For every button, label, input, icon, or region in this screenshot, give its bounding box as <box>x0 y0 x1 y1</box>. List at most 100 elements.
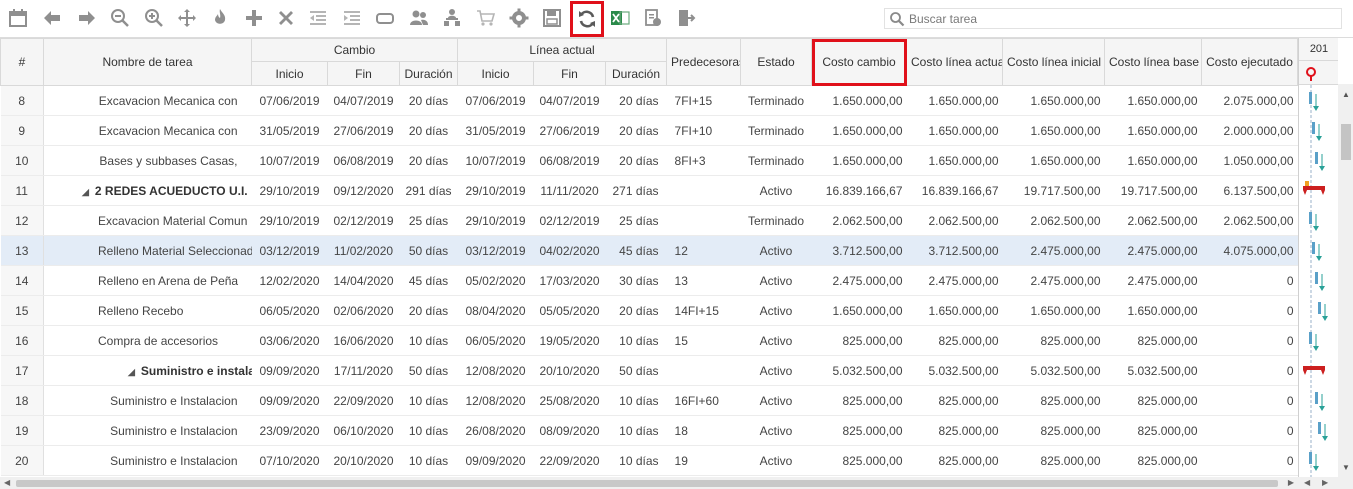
col-header-costo-linea-inicial[interactable]: Costo línea inicial <box>1002 38 1106 86</box>
cell-li: 29/10/2019 <box>457 205 534 236</box>
save-icon[interactable] <box>540 6 564 30</box>
table-row[interactable]: 11 ◢ 2 REDES ACUEDUCTO U.I. 29/10/2019 09/12… <box>0 175 1298 206</box>
cart-icon[interactable] <box>474 6 498 30</box>
cell-ld: 30 días <box>605 265 667 296</box>
gear-icon[interactable] <box>507 6 531 30</box>
calendar-icon[interactable] <box>6 6 30 30</box>
gantt-horizontal-scrollbar[interactable]: ◀ ▶ <box>1298 477 1353 489</box>
gantt-task-bar <box>1309 212 1312 224</box>
scroll-down-icon[interactable]: ▼ <box>1341 463 1351 473</box>
task-name: Suministro e Instalacion <box>110 453 238 468</box>
cell-li: 31/05/2019 <box>457 115 534 146</box>
table-row[interactable]: 14 Relleno en Arena de Peña 12/02/2020 14/0… <box>0 265 1298 296</box>
col-header-costo-ejecutado[interactable]: Costo ejecutado <box>1201 38 1298 86</box>
refresh-icon[interactable] <box>570 1 604 37</box>
gantt-link-arrow <box>1313 226 1319 231</box>
indent-icon[interactable] <box>340 6 364 30</box>
gantt-link-arrow <box>1322 436 1328 441</box>
col-header-estado[interactable]: Estado <box>740 38 813 86</box>
table-row[interactable]: 15 Relleno Recebo 06/05/2020 02/06/2020 20 d… <box>0 295 1298 326</box>
cell-li: 07/06/2019 <box>457 85 534 116</box>
col-header-cambio-fin[interactable]: Fin <box>327 61 400 86</box>
add-icon[interactable] <box>242 6 266 30</box>
link-icon[interactable] <box>373 6 397 30</box>
move-icon[interactable] <box>175 6 199 30</box>
cell-pred: 16FI+60 <box>666 385 741 416</box>
vertical-scroll-thumb[interactable] <box>1341 124 1351 160</box>
col-header-linea-inicio[interactable]: Inicio <box>457 61 535 86</box>
gantt-task-bar <box>1318 302 1321 314</box>
cell-cf: 11/02/2020 <box>327 235 400 266</box>
cell-cli: 2.475.000,00 <box>1002 265 1105 296</box>
collapse-triangle-icon[interactable]: ◢ <box>82 187 89 198</box>
gantt-summary-cap <box>1303 190 1307 195</box>
task-name: Compra de accesorios <box>98 333 219 348</box>
outdent-icon[interactable] <box>306 6 330 30</box>
table-row[interactable]: 8 Excavacion Mecanica con 07/06/2019 04/07/… <box>0 85 1298 116</box>
cell-clb: 2.475.000,00 <box>1104 265 1202 296</box>
cell-estado: Activo <box>740 295 812 326</box>
table-row[interactable]: 10 Bases y subbases Casas, 10/07/2019 06/08… <box>0 145 1298 176</box>
cell-cf: 04/07/2019 <box>327 85 400 116</box>
vertical-scrollbar[interactable]: ▲ ▼ <box>1338 84 1353 477</box>
col-header-costo-cambio[interactable]: Costo cambio <box>811 38 908 86</box>
table-row[interactable]: 18 Suministro e Instalacion 09/09/2020 22/0… <box>0 385 1298 416</box>
scroll-right-icon[interactable]: ▶ <box>1288 477 1294 489</box>
gantt-scroll-left-icon[interactable]: ◀ <box>1304 477 1310 489</box>
table-row[interactable]: 9 Excavacion Mecanica con 31/05/2019 27/06/… <box>0 115 1298 146</box>
cell-pred: 15 <box>666 325 741 356</box>
col-header-cambio-duracion[interactable]: Duración <box>398 61 459 86</box>
horizontal-scrollbar[interactable]: ◀ ▶ <box>0 477 1298 489</box>
table-row[interactable]: 16 Compra de accesorios 03/06/2020 16/06/20… <box>0 325 1298 356</box>
cell-cd: 50 días <box>399 355 458 386</box>
hierarchy-icon[interactable] <box>440 6 464 30</box>
table-row[interactable]: 17 ◢ Suministro e instalación09/09/202017/… <box>0 355 1298 386</box>
col-header-predecesoras[interactable]: Predecesoras <box>666 38 742 86</box>
col-header-num[interactable]: # <box>0 38 44 86</box>
search-box[interactable] <box>884 8 1342 29</box>
gantt-task-bar <box>1315 272 1318 284</box>
col-header-nombre[interactable]: Nombre de tarea <box>43 38 252 86</box>
zoom-out-icon[interactable] <box>108 6 132 30</box>
gantt-task-bar <box>1315 392 1318 404</box>
col-header-linea-fin[interactable]: Fin <box>533 61 607 86</box>
cell-lf: 06/08/2019 <box>533 145 606 176</box>
gantt-task-bar <box>1309 92 1312 104</box>
excel-icon[interactable] <box>608 6 632 30</box>
exit-icon[interactable] <box>674 6 698 30</box>
table-row[interactable]: 20 Suministro e Instalacion 07/10/2020 20/1… <box>0 445 1298 476</box>
search-input[interactable] <box>907 10 1337 27</box>
gantt-scroll-right-icon[interactable]: ▶ <box>1322 477 1328 489</box>
col-header-cambio-inicio[interactable]: Inicio <box>251 61 328 86</box>
arrow-left-icon[interactable] <box>40 6 64 30</box>
cell-n: 20 <box>0 445 44 476</box>
col-header-costo-linea-actual[interactable]: Costo línea actual <box>906 38 1004 86</box>
cell-cla: 1.650.000,00 <box>906 145 1003 176</box>
scroll-left-icon[interactable]: ◀ <box>4 477 10 489</box>
table-row[interactable]: 13 Relleno Material Seleccionad 03/12/2019… <box>0 235 1298 266</box>
zoom-in-icon[interactable] <box>142 6 166 30</box>
gantt-panel[interactable]: 201 <box>1298 38 1338 477</box>
cell-cc: 2.475.000,00 <box>811 265 907 296</box>
col-header-costo-linea-base[interactable]: Costo línea base <box>1104 38 1203 86</box>
cell-pred: 7FI+10 <box>666 115 741 146</box>
cell-name: Excavacion Mecanica con <box>43 85 252 116</box>
task-name: Suministro e Instalacion <box>110 423 238 438</box>
cell-n: 11 <box>0 175 44 206</box>
cell-cla: 2.062.500,00 <box>906 205 1003 236</box>
cell-ld: 10 días <box>605 445 667 476</box>
fire-icon[interactable] <box>208 6 232 30</box>
arrow-right-icon[interactable] <box>75 6 99 30</box>
report-icon[interactable] <box>641 6 665 30</box>
delete-icon[interactable] <box>274 6 298 30</box>
table-row[interactable]: 19 Suministro e Instalacion 23/09/2020 06/1… <box>0 415 1298 446</box>
cell-estado: Activo <box>740 175 812 206</box>
task-name: 2 REDES ACUEDUCTO U.I. <box>94 183 248 198</box>
col-header-linea-duracion[interactable]: Duración <box>605 61 668 86</box>
scroll-up-icon[interactable]: ▲ <box>1341 90 1351 100</box>
table-row[interactable]: 12 Excavacion Material Comun 29/10/2019 02/… <box>0 205 1298 236</box>
users-icon[interactable] <box>407 6 431 30</box>
cell-cf: 02/06/2020 <box>327 295 400 326</box>
horizontal-scroll-thumb[interactable] <box>16 480 1278 487</box>
collapse-triangle-icon[interactable]: ◢ <box>128 367 135 378</box>
